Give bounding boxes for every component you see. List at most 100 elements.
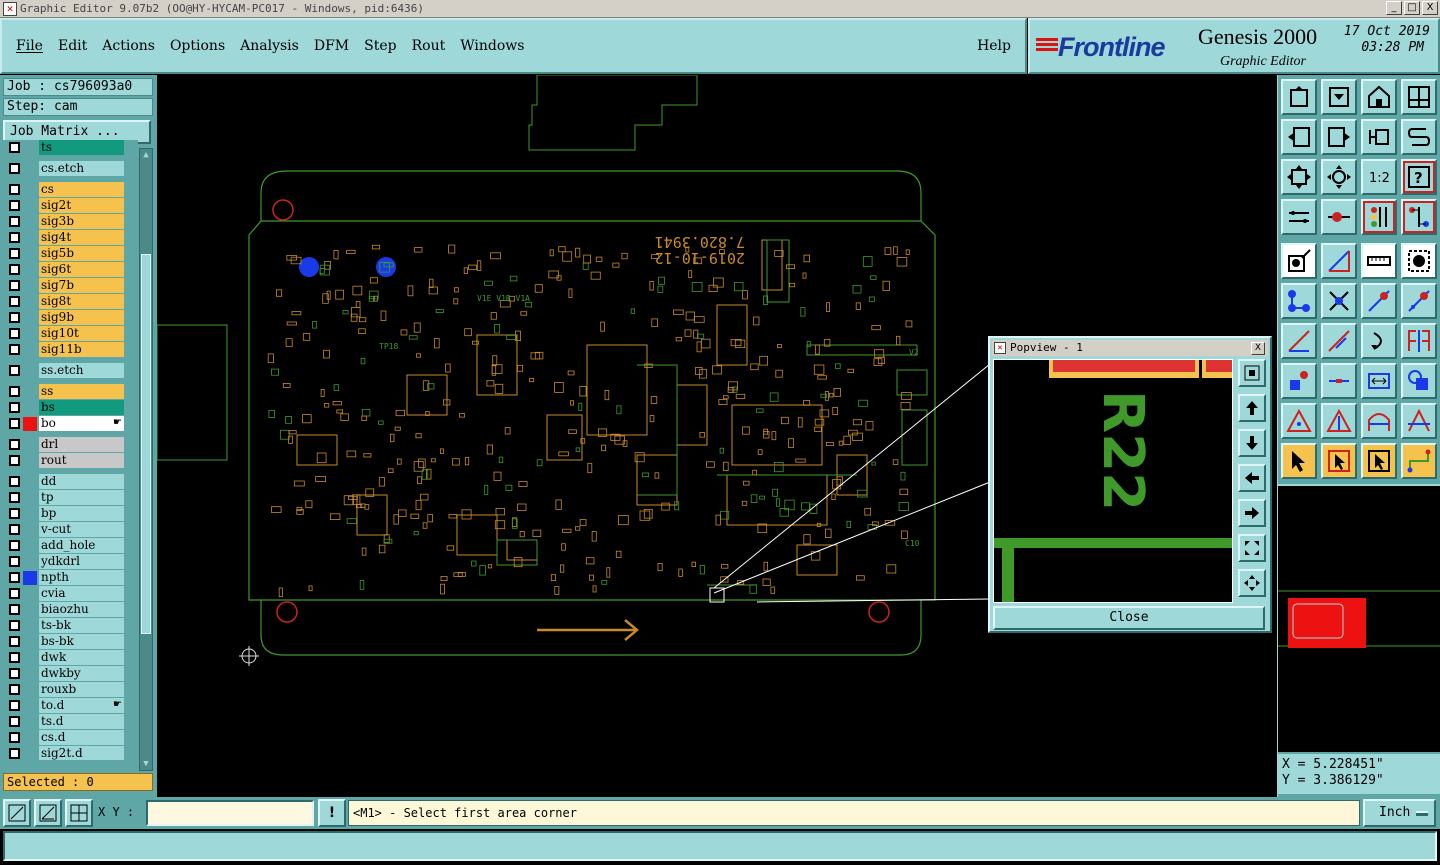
polygon-icon[interactable] (1401, 363, 1437, 399)
layer-checkbox[interactable] (9, 386, 20, 397)
route-path-icon[interactable] (1401, 443, 1437, 479)
help-icon[interactable]: ? (1401, 159, 1437, 195)
layer-row[interactable]: sig9b (3, 310, 138, 325)
layer-name[interactable]: cs (39, 182, 124, 197)
layer-row[interactable]: bp (3, 506, 138, 521)
pointer-frame-icon[interactable] (1321, 443, 1357, 479)
layer-row[interactable]: ss (3, 384, 138, 399)
layer-color-swatch[interactable] (23, 401, 37, 415)
popview-right-icon[interactable] (1238, 499, 1266, 527)
layer-name[interactable]: sig10t (39, 326, 124, 341)
layer-color-swatch[interactable] (23, 475, 37, 489)
layer-row[interactable]: rout (3, 453, 138, 468)
layer-row[interactable]: add_hole (3, 538, 138, 553)
layer-row[interactable]: v-cut (3, 522, 138, 537)
layer-checkbox[interactable] (9, 636, 20, 647)
layer-name[interactable]: sig2t.d (39, 746, 124, 760)
line-pad-alt-icon[interactable] (1401, 283, 1437, 319)
layer-row[interactable]: ss.etch (3, 363, 138, 378)
layer-name[interactable]: add_hole (39, 538, 124, 553)
layer-color-swatch[interactable] (23, 603, 37, 617)
layer-color-swatch[interactable] (23, 295, 37, 309)
layer-name[interactable]: cs.etch (39, 161, 124, 176)
zoom-center-icon[interactable] (1321, 159, 1357, 195)
layer-color-swatch[interactable] (23, 247, 37, 261)
warning-icon[interactable]: ! (318, 799, 346, 827)
layer-color-swatch[interactable] (23, 699, 37, 713)
layer-color-swatch[interactable] (23, 619, 37, 633)
layer-checkbox[interactable] (9, 232, 20, 243)
layer-row[interactable]: cs.d (3, 730, 138, 745)
layer-checkbox[interactable] (9, 748, 20, 759)
layer-name[interactable]: ts (39, 140, 124, 155)
layer-name[interactable]: to.d ☛ (39, 698, 124, 713)
layer-color-swatch[interactable] (23, 635, 37, 649)
layer-name[interactable]: drl (39, 437, 124, 452)
layer-checkbox[interactable] (9, 142, 20, 153)
layer-checkbox[interactable] (9, 492, 20, 503)
home-icon[interactable] (1361, 79, 1397, 115)
layer-row[interactable]: sig8t (3, 294, 138, 309)
layer-row[interactable]: cs (3, 182, 138, 197)
layer-color-swatch[interactable] (23, 279, 37, 293)
layer-color-swatch[interactable] (23, 231, 37, 245)
layer-checkbox[interactable] (9, 620, 20, 631)
layer-checkbox[interactable] (9, 248, 20, 259)
layer-color-swatch[interactable] (23, 507, 37, 521)
layer-name[interactable]: ts-bk (39, 618, 124, 633)
layer-compare-icon[interactable] (1401, 199, 1437, 235)
layer-row[interactable]: sig5b (3, 246, 138, 261)
select-region-icon[interactable] (1321, 243, 1357, 279)
layer-checkbox[interactable] (9, 572, 20, 583)
layer-name[interactable]: dwkby (39, 666, 124, 681)
layer-row[interactable]: ts.d (3, 714, 138, 729)
layer-color-swatch[interactable] (23, 311, 37, 325)
layer-row[interactable]: bs-bk (3, 634, 138, 649)
layer-color-swatch[interactable] (23, 343, 37, 357)
popview-close-x-button[interactable]: X (1251, 342, 1265, 355)
dimension-icon[interactable] (1361, 363, 1397, 399)
zoom-out-icon[interactable] (1281, 119, 1317, 155)
line-pad-icon[interactable] (1361, 283, 1397, 319)
window-split-icon[interactable] (1401, 79, 1437, 115)
layer-checkbox[interactable] (9, 700, 20, 711)
popview-close-button[interactable]: Close (993, 606, 1265, 630)
popview-pan-icon[interactable] (1238, 569, 1266, 597)
layer-color-swatch[interactable] (23, 199, 37, 213)
layer-color-swatch[interactable] (23, 141, 37, 155)
menu-windows[interactable]: Windows (460, 38, 524, 54)
angle-line-icon[interactable] (1281, 323, 1317, 359)
layer-checkbox[interactable] (9, 716, 20, 727)
layer-name[interactable]: ss (39, 384, 124, 399)
layer-row[interactable]: sig6t (3, 262, 138, 277)
layer-color-swatch[interactable] (23, 327, 37, 341)
flip-icon[interactable] (1401, 323, 1437, 359)
layer-checkbox[interactable] (9, 588, 20, 599)
layer-name[interactable]: tp (39, 490, 124, 505)
layer-checkbox[interactable] (9, 216, 20, 227)
layer-checkbox[interactable] (9, 312, 20, 323)
layer-color-swatch[interactable] (23, 587, 37, 601)
arc-icon[interactable] (1361, 323, 1397, 359)
layer-row[interactable]: tp (3, 490, 138, 505)
layer-name[interactable]: sig2t (39, 198, 124, 213)
layer-checkbox[interactable] (9, 296, 20, 307)
layer-color-swatch[interactable] (23, 183, 37, 197)
layer-checkbox[interactable] (9, 184, 20, 195)
save-icon[interactable] (1321, 79, 1357, 115)
layer-color-swatch[interactable] (23, 555, 37, 569)
scroll-down-icon[interactable]: ▼ (141, 759, 151, 769)
layer-color-swatch[interactable] (23, 491, 37, 505)
layer-checkbox[interactable] (9, 652, 20, 663)
layer-row[interactable]: to.d ☛ (3, 698, 138, 713)
layer-color-swatch[interactable] (23, 747, 37, 761)
menu-dfm[interactable]: DFM (314, 38, 349, 54)
layer-row[interactable]: ydkdrl (3, 554, 138, 569)
menu-edit[interactable]: Edit (58, 38, 87, 54)
layer-name[interactable]: bo ☛ (39, 416, 124, 431)
layer-name[interactable]: sig7b (39, 278, 124, 293)
maximize-button[interactable]: □ (1404, 1, 1420, 15)
layer-scrollbar[interactable]: ▲ ▼ (139, 148, 153, 771)
popview-left-icon[interactable] (1238, 464, 1266, 492)
layer-checkbox[interactable] (9, 455, 20, 466)
